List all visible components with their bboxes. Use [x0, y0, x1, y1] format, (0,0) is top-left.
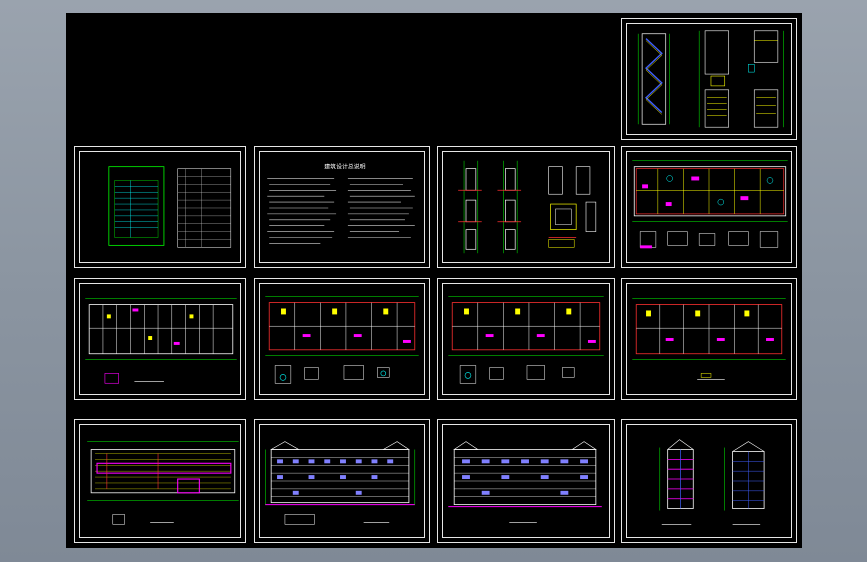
front-elevation-drawing — [265, 441, 416, 525]
floor-plan-sheet-4[interactable] — [437, 278, 615, 400]
floor-plan-sheet-1[interactable] — [621, 146, 797, 268]
wall-details-sheet[interactable] — [437, 146, 615, 268]
design-notes-drawing: 建筑设计总说明 — [267, 163, 415, 244]
cad-model-space[interactable]: 建筑设计总说明 — [66, 13, 802, 548]
floor-plan-sheet-3[interactable] — [254, 278, 430, 400]
roof-plan-drawing — [87, 441, 239, 525]
section-sheet[interactable] — [621, 419, 797, 543]
drawing-index-sheet[interactable] — [74, 146, 246, 268]
design-notes-sheet[interactable]: 建筑设计总说明 — [254, 146, 430, 268]
floor-plan-sheet-2[interactable] — [74, 278, 246, 400]
stair-detail-drawing — [637, 30, 784, 128]
stair-detail-sheet[interactable] — [621, 18, 797, 140]
floor-plan-sheet-5[interactable] — [621, 278, 797, 400]
front-elevation-sheet[interactable] — [254, 419, 430, 543]
floor-plan-3-drawing — [265, 296, 419, 384]
rear-elevation-sheet[interactable] — [437, 419, 615, 543]
section-drawing — [659, 439, 765, 525]
floor-plan-1-drawing — [632, 160, 788, 249]
floor-plan-2-drawing — [85, 298, 237, 384]
floor-plan-4-drawing — [448, 296, 604, 384]
wall-details-drawing — [458, 160, 597, 254]
drawing-index-drawing — [108, 166, 232, 248]
design-notes-title: 建筑设计总说明 — [324, 163, 365, 171]
floor-plan-5-drawing — [632, 298, 786, 380]
roof-plan-sheet[interactable] — [74, 419, 246, 543]
rear-elevation-drawing — [448, 441, 602, 523]
